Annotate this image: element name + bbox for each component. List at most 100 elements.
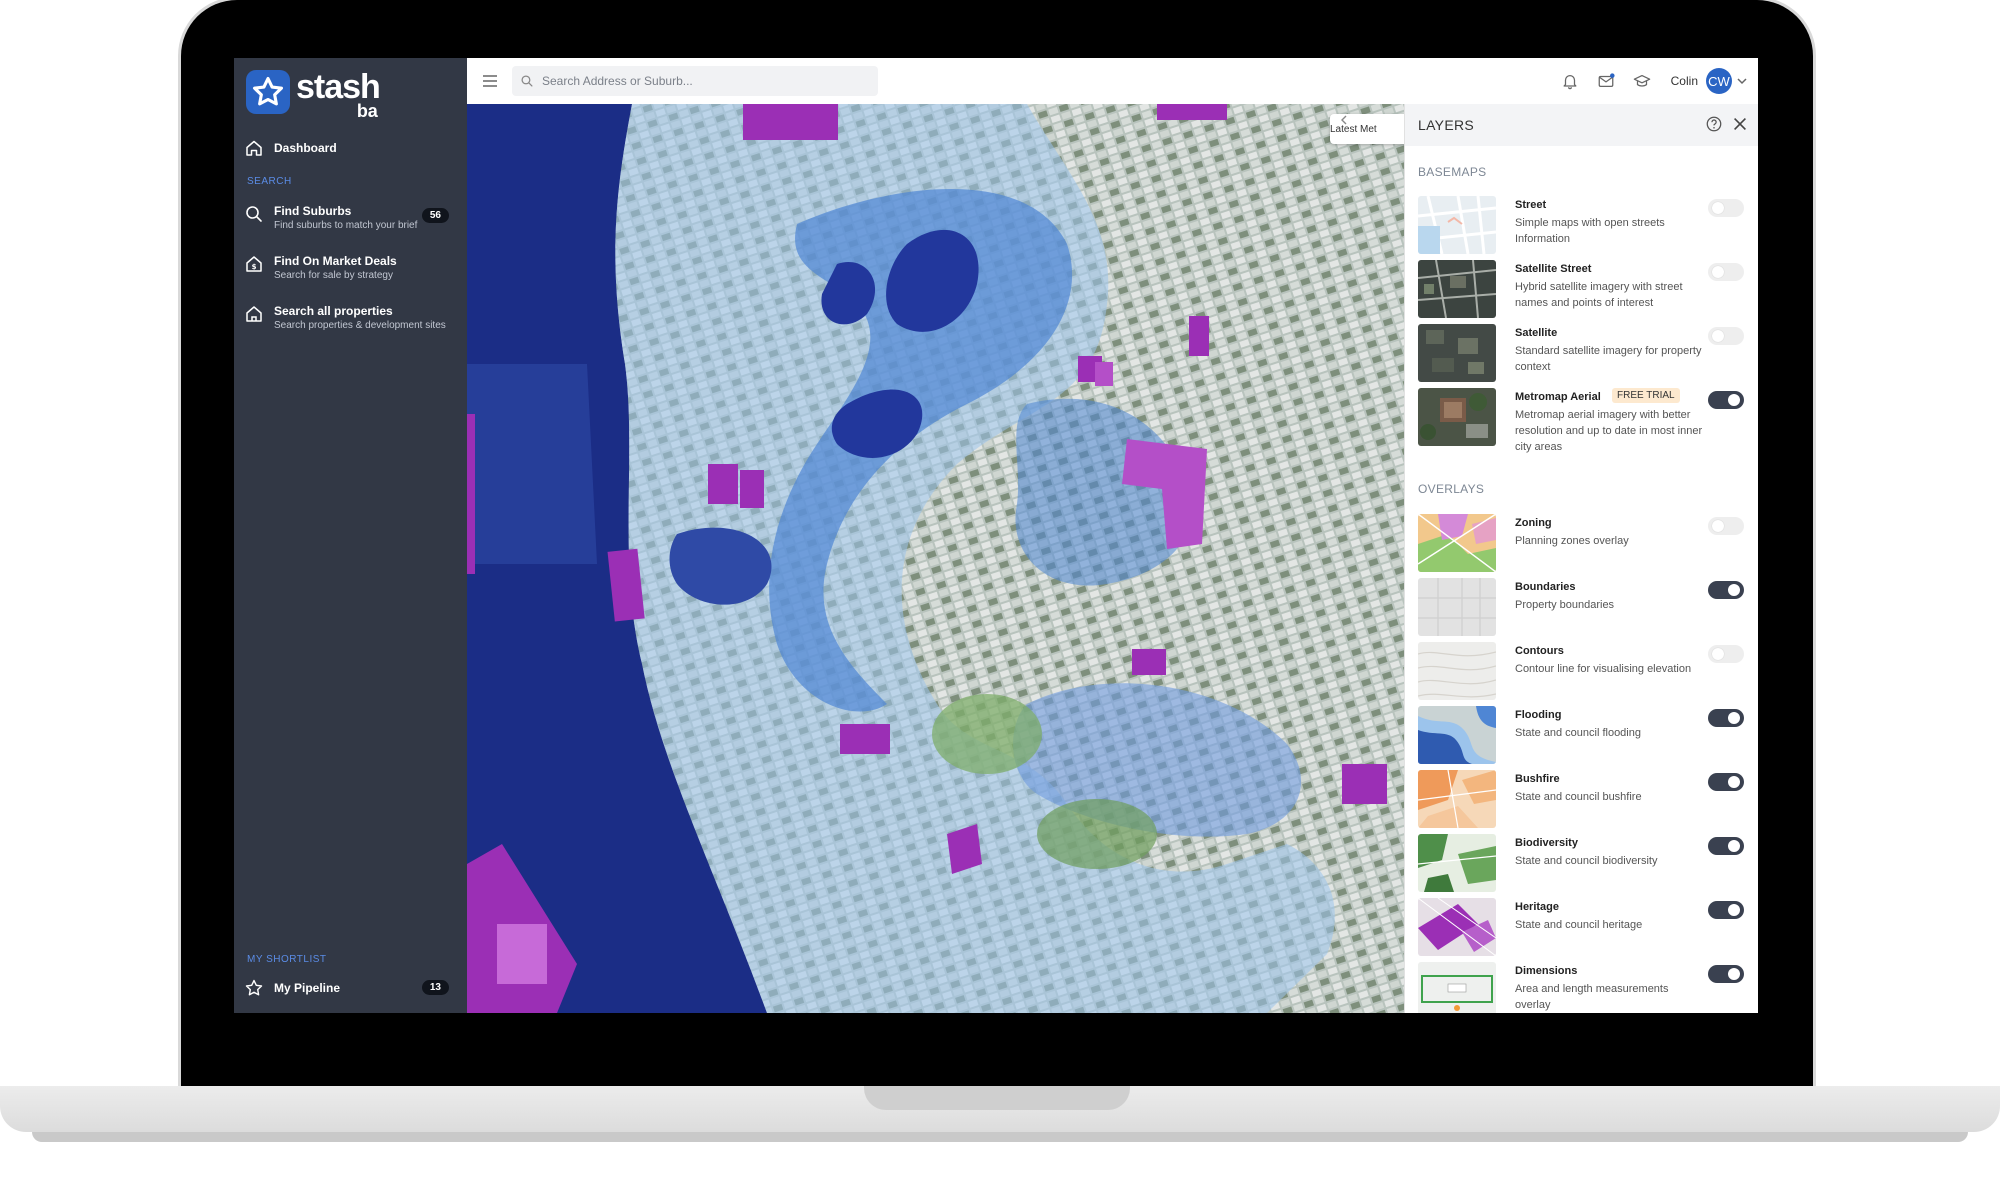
layer-name: Flooding — [1515, 709, 1562, 721]
layer-zoning[interactable]: Zoning Planning zones overlay — [1418, 514, 1748, 572]
map-canvas — [467, 104, 1404, 1013]
star-logo-icon — [246, 70, 290, 114]
notification-bell-icon[interactable] — [1561, 72, 1579, 90]
sidebar-item-sub: Search properties & development sites — [274, 320, 446, 331]
layer-name: Contours — [1515, 645, 1564, 657]
sidebar-item-all-properties[interactable]: Search all properties Search properties … — [244, 304, 459, 332]
sidebar-item-label: Find Suburbs — [274, 204, 352, 218]
flood-map[interactable]: Latest Met — [467, 104, 1404, 1013]
sidebar-item-find-suburbs[interactable]: Find Suburbs Find suburbs to match your … — [244, 204, 459, 232]
search-input[interactable] — [540, 73, 864, 89]
satellite-toggle[interactable] — [1708, 327, 1744, 345]
layer-heritage[interactable]: Heritage State and council heritage — [1418, 898, 1748, 956]
mail-icon[interactable] — [1597, 72, 1615, 90]
latest-tab-label: Latest Met — [1330, 123, 1377, 135]
latest-metromap-tab[interactable]: Latest Met — [1330, 114, 1404, 144]
contours-toggle[interactable] — [1708, 645, 1744, 663]
layer-desc: Area and length measurements overlay — [1515, 983, 1669, 1011]
zoning-thumbnail — [1418, 514, 1496, 572]
sidebar: stash ba Dashboard SEARCH Find Suburbs F… — [234, 58, 467, 1013]
search-icon — [521, 75, 533, 87]
layer-boundaries[interactable]: Boundaries Property boundaries — [1418, 578, 1748, 636]
metromap-aerial-thumbnail — [1418, 388, 1496, 446]
layer-metromap-aerial[interactable]: Metromap Aerial FREE TRIAL Metromap aeri… — [1418, 388, 1748, 453]
layer-desc: Planning zones overlay — [1515, 535, 1629, 547]
hamburger-menu-icon[interactable] — [481, 72, 499, 90]
metromap-aerial-toggle[interactable] — [1708, 391, 1744, 409]
layer-name: Bushfire — [1515, 773, 1560, 785]
satellite-thumbnail — [1418, 324, 1496, 382]
biodiversity-toggle[interactable] — [1708, 837, 1744, 855]
layer-bushfire[interactable]: Bushfire State and council bushfire — [1418, 770, 1748, 828]
layer-desc: State and council biodiversity — [1515, 855, 1658, 867]
layer-desc: State and council heritage — [1515, 919, 1643, 931]
layer-dimensions[interactable]: Dimensions Area and length measurements … — [1418, 962, 1748, 1013]
graduation-cap-icon[interactable] — [1633, 72, 1651, 90]
street-thumbnail — [1418, 196, 1496, 254]
heritage-toggle[interactable] — [1708, 901, 1744, 919]
laptop-base-shadow — [32, 1132, 1968, 1142]
help-icon[interactable] — [1705, 115, 1723, 133]
dimensions-toggle[interactable] — [1708, 965, 1744, 983]
layer-desc: Metromap aerial imagery with better reso… — [1515, 409, 1703, 453]
boundaries-toggle[interactable] — [1708, 581, 1744, 599]
layer-name: Satellite — [1515, 327, 1558, 339]
sidebar-item-dashboard[interactable]: Dashboard — [244, 138, 459, 158]
layer-desc: State and council bushfire — [1515, 791, 1642, 803]
home-icon — [246, 140, 262, 156]
sidebar-item-market-deals[interactable]: $ Find On Market Deals Search for sale b… — [244, 254, 459, 282]
basemaps-label: BASEMAPS — [1418, 165, 1487, 179]
layer-satellite[interactable]: Satellite Standard satellite imagery for… — [1418, 324, 1748, 382]
layer-desc: Contour line for visualising elevation — [1515, 663, 1692, 675]
layer-biodiversity[interactable]: Biodiversity State and council biodivers… — [1418, 834, 1748, 892]
free-trial-badge: FREE TRIAL — [1612, 388, 1680, 403]
heritage-thumbnail — [1418, 898, 1496, 956]
pipeline-count-badge: 13 — [421, 980, 449, 995]
close-icon[interactable] — [1731, 115, 1749, 133]
bushfire-toggle[interactable] — [1708, 773, 1744, 791]
app-screen: stash ba Dashboard SEARCH Find Suburbs F… — [234, 58, 1758, 1013]
flooding-toggle[interactable] — [1708, 709, 1744, 727]
flooding-thumbnail — [1418, 706, 1496, 764]
satellite-street-toggle[interactable] — [1708, 263, 1744, 281]
layer-contours[interactable]: Contours Contour line for visualising el… — [1418, 642, 1748, 700]
layers-title: LAYERS — [1418, 117, 1475, 133]
sidebar-item-sub: Search for sale by strategy — [274, 270, 393, 281]
satellite-street-thumbnail — [1418, 260, 1496, 318]
chevron-down-icon[interactable] — [1736, 75, 1748, 87]
star-icon — [245, 979, 263, 996]
laptop-notch — [864, 1086, 1130, 1110]
brand-sub: ba — [356, 101, 378, 121]
boundaries-thumbnail — [1418, 578, 1496, 636]
sidebar-item-label: My Pipeline — [274, 981, 341, 995]
layer-name: Heritage — [1515, 901, 1560, 913]
avatar[interactable]: CW — [1706, 68, 1732, 94]
street-toggle[interactable] — [1708, 199, 1744, 217]
layer-name: Street — [1515, 199, 1547, 211]
address-search[interactable] — [512, 66, 878, 96]
svg-text:$: $ — [252, 263, 257, 271]
layer-desc: Hybrid satellite imagery with street nam… — [1515, 281, 1683, 309]
dimensions-thumbnail — [1418, 962, 1496, 1013]
shortlist-heading: MY SHORTLIST — [247, 954, 327, 965]
layer-name: Metromap Aerial — [1515, 391, 1601, 403]
layer-desc: Standard satellite imagery for property … — [1515, 345, 1702, 373]
brand-logo[interactable]: stash ba — [246, 68, 381, 121]
layer-name: Biodiversity — [1515, 837, 1578, 849]
bushfire-thumbnail — [1418, 770, 1496, 828]
house-icon — [246, 306, 262, 322]
sidebar-item-sub: Find suburbs to match your brief — [274, 220, 418, 231]
layer-satellite-street[interactable]: Satellite Street Hybrid satellite imager… — [1418, 260, 1748, 318]
layer-name: Dimensions — [1515, 965, 1578, 977]
layers-panel: LAYERS BASEMAPS Street Simple maps with … — [1404, 104, 1758, 1013]
layer-name: Boundaries — [1515, 581, 1576, 593]
sidebar-item-label: Find On Market Deals — [274, 254, 397, 268]
sidebar-item-pipeline[interactable]: My Pipeline 13 — [244, 978, 459, 998]
user-name[interactable]: Colin — [1671, 74, 1698, 88]
zoning-toggle[interactable] — [1708, 517, 1744, 535]
layer-flooding[interactable]: Flooding State and council flooding — [1418, 706, 1748, 764]
sidebar-item-label: Dashboard — [274, 141, 337, 155]
layer-street[interactable]: Street Simple maps with open streets Inf… — [1418, 196, 1748, 254]
brand-name: stash — [296, 68, 381, 106]
layers-header: LAYERS — [1405, 104, 1758, 146]
